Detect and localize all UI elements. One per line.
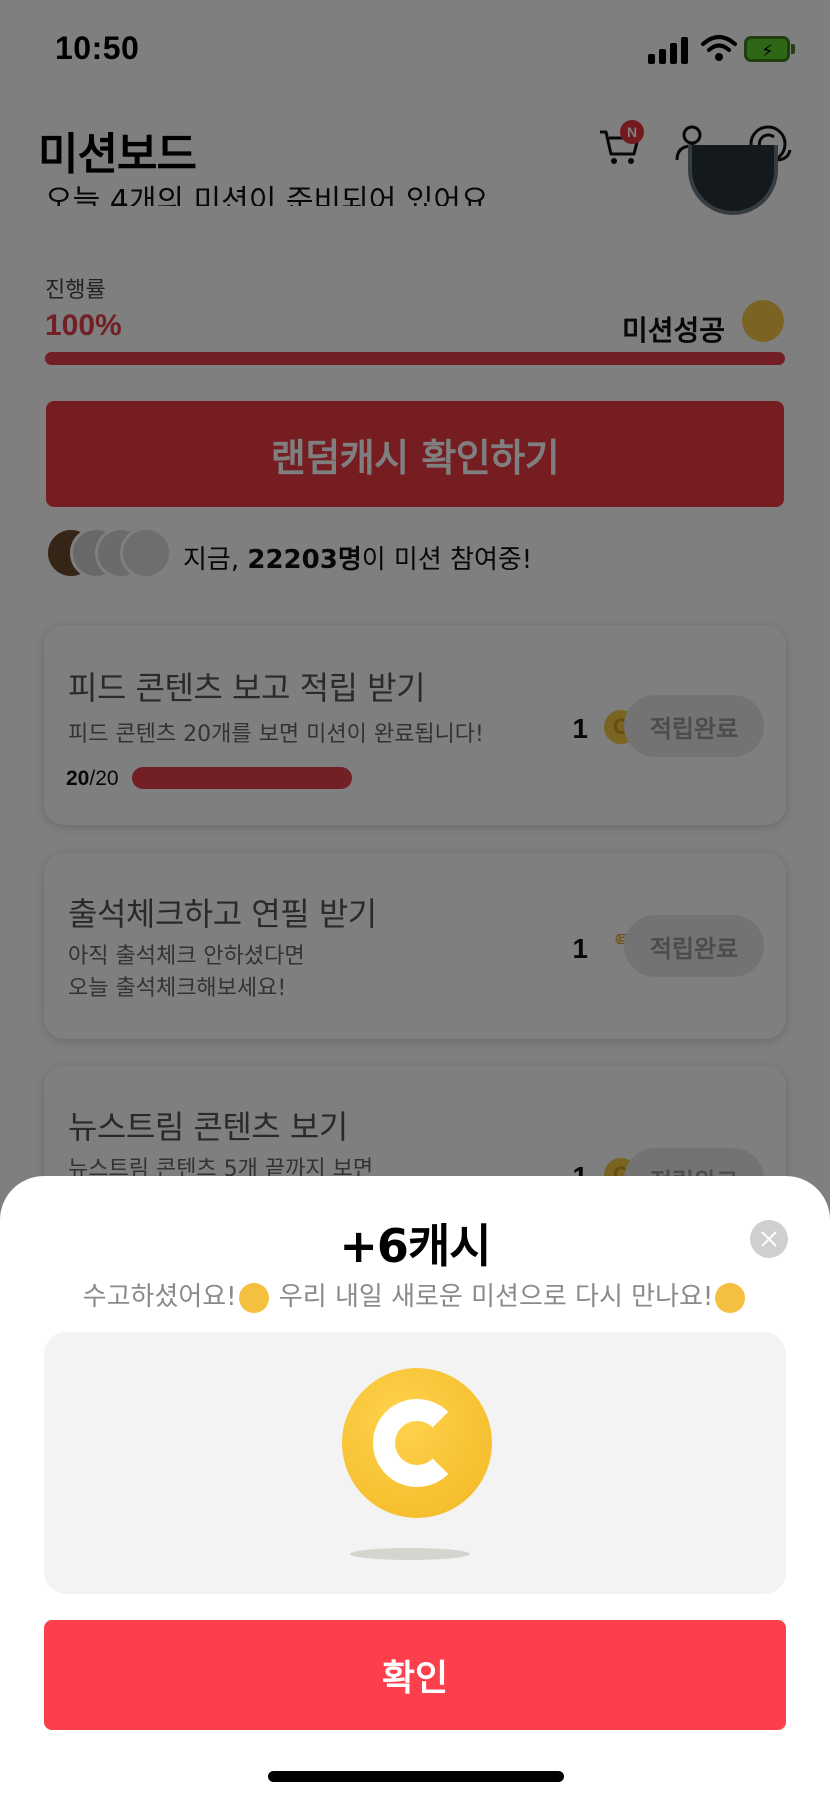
app-screen: 10:50 ⚡ 미션보드 N 오늘 4개의 미션이 준비되어 있어요 진행률 1… [0, 0, 830, 1797]
home-indicator [268, 1771, 564, 1782]
reward-title: +6캐시 [339, 1219, 491, 1273]
confirm-button[interactable]: 확인 [44, 1620, 786, 1730]
reward-bottom-sheet: +6캐시 수고하셨어요! 우리 내일 새로운 미션으로 다시 만나요! 확인 [0, 1176, 830, 1797]
thumbs-up-icon [238, 1282, 269, 1313]
close-icon[interactable] [750, 1220, 788, 1258]
reward-message: 수고하셨어요! 우리 내일 새로운 미션으로 다시 만나요! [0, 1276, 830, 1313]
star-eyes-emoji-icon [715, 1282, 746, 1313]
reward-panel [44, 1332, 786, 1594]
coin-icon [342, 1368, 492, 1518]
coin-shadow [350, 1548, 470, 1560]
